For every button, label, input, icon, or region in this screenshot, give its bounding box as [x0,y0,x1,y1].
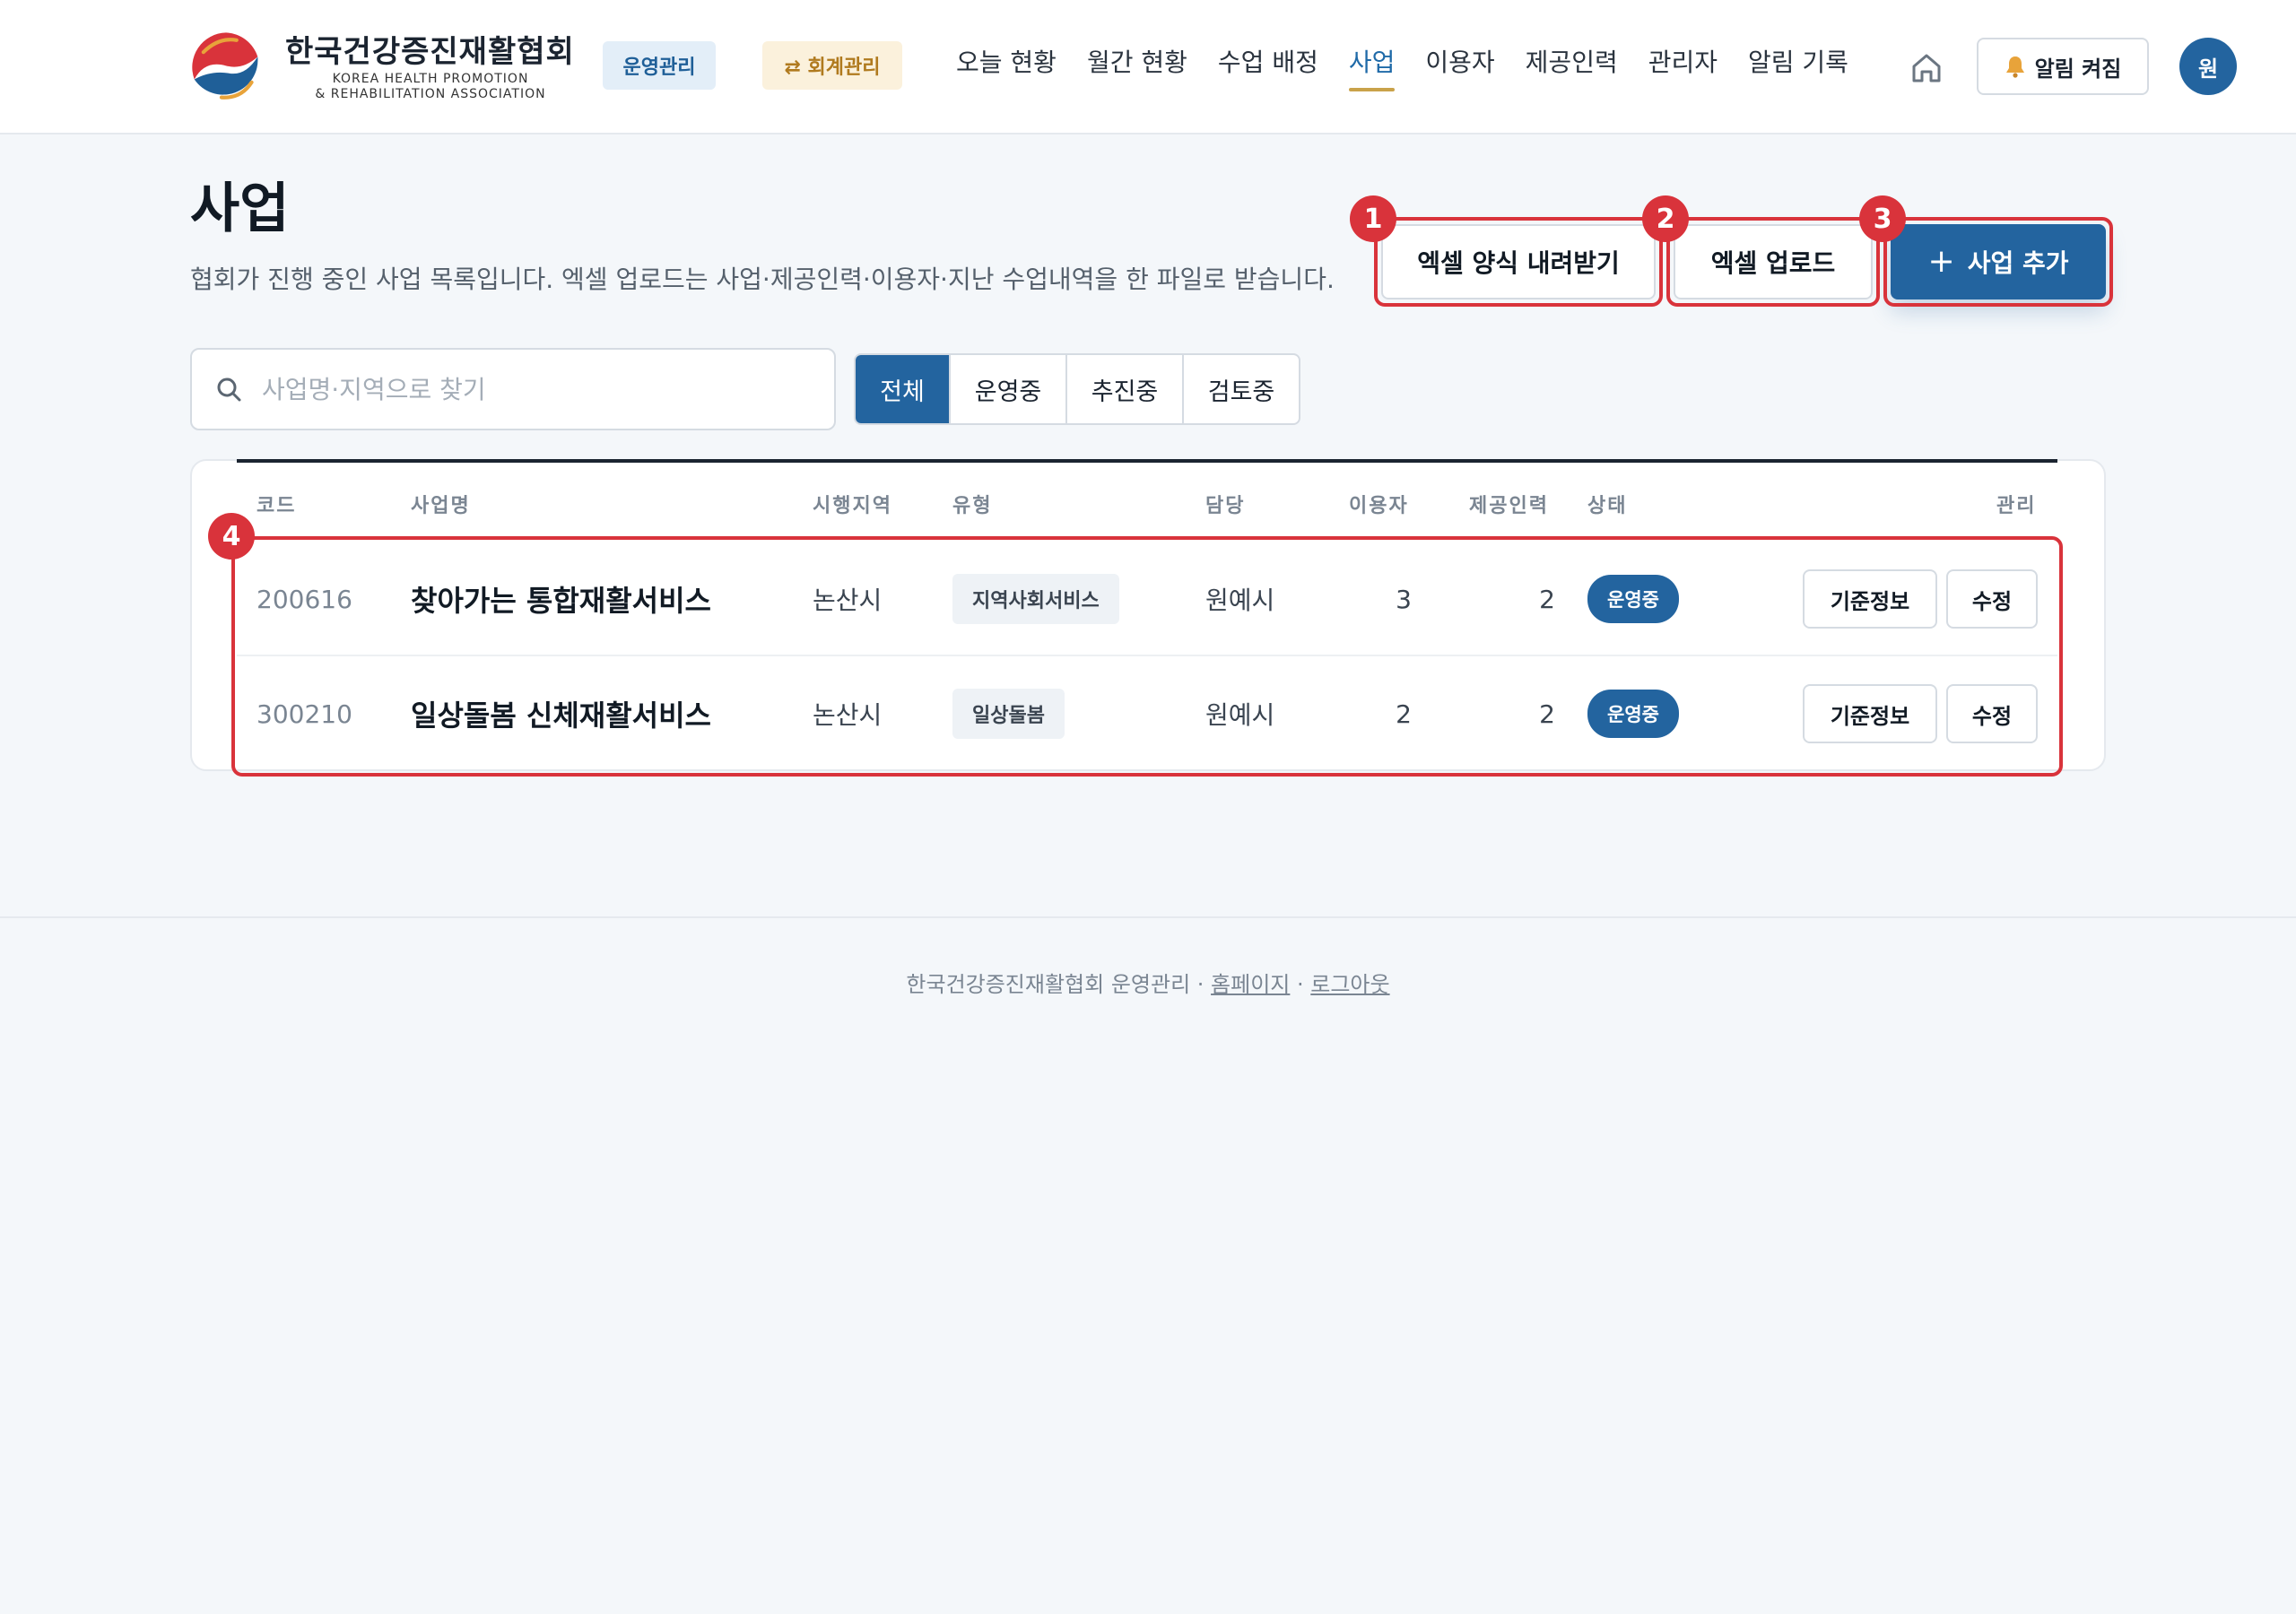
mode-accounting-button[interactable]: ⇄ 회계관리 [762,41,902,90]
table-top-rule [237,459,2057,463]
cell-actions: 기준정보 수정 [1803,656,2038,771]
footer-homepage-link[interactable]: 홈페이지 [1211,972,1290,997]
mode-ops-button[interactable]: 운영관리 [603,41,716,90]
col-header-staff: 제공인력 [1469,495,1549,517]
association-logo[interactable] [188,30,264,105]
cell-region: 논산시 [813,586,883,615]
add-project-label: 사업 추가 [1967,248,2069,278]
main-nav: 오늘 현황 월간 현황 수업 배정 사업 이용자 제공인력 관리자 알림 기록 [956,43,1848,91]
alert-toggle-button[interactable]: 알림 켜짐 [1977,38,2149,95]
cell-code: 200616 [257,584,352,614]
edit-button[interactable]: 수정 [1946,684,2038,743]
org-name-english-line2: & REHABILITATION ASSOCIATION [315,87,546,101]
footer-separator: · [1290,972,1311,997]
alert-toggle-label: 알림 켜짐 [2034,56,2122,82]
nav-users[interactable]: 이용자 [1425,43,1494,91]
filter-in-progress[interactable]: 추진중 [1065,355,1182,423]
cell-project-name[interactable]: 찾아가는 통합재활서비스 [411,542,711,656]
search-input[interactable] [262,374,800,404]
nav-staff[interactable]: 제공인력 [1526,43,1618,91]
org-name-korean: 한국건강증진재활협회 [285,34,575,70]
home-icon[interactable] [1905,47,1948,90]
cell-owner: 원예시 [1205,700,1275,730]
col-header-region: 시행지역 [813,495,892,517]
type-tag: 일상돌봄 [952,689,1065,739]
col-header-type: 유형 [952,495,993,517]
nav-alert-log[interactable]: 알림 기록 [1748,43,1848,91]
plus-icon: + [1927,243,1955,280]
page-title: 사업 [190,178,290,240]
cell-users-count: 2 [1396,699,1412,729]
nav-class-assign[interactable]: 수업 배정 [1218,43,1318,91]
search-icon [217,377,241,402]
col-header-name: 사업명 [411,495,471,517]
col-header-code: 코드 [257,495,297,517]
annotation-badge-2: 2 [1642,195,1689,242]
bell-icon [2005,56,2024,78]
cell-staff-count: 2 [1539,699,1555,729]
cell-staff-count: 2 [1539,584,1555,614]
nav-projects[interactable]: 사업 [1348,43,1395,91]
download-template-button[interactable]: 엑셀 양식 내려받기 [1381,224,1656,299]
nav-monthly[interactable]: 월간 현황 [1087,43,1187,91]
cell-status: 운영중 [1587,656,1679,771]
base-info-button[interactable]: 기준정보 [1803,569,1937,629]
org-name-english-line1: KOREA HEALTH PROMOTION [332,72,529,86]
org-name-english: KOREA HEALTH PROMOTION & REHABILITATION … [285,72,576,102]
status-filter-group: 전체 운영중 추진중 검토중 [854,353,1300,425]
footer: 한국건강증진재활협회 운영관리 · 홈페이지 · 로그아웃 [0,967,2296,998]
col-header-owner: 담당 [1205,495,1246,517]
footer-text: 한국건강증진재활협회 운영관리 · [906,972,1212,997]
col-header-actions: 관리 [1996,495,2037,517]
cell-region: 논산시 [813,700,883,730]
type-tag: 지역사회서비스 [952,574,1119,624]
cell-status: 운영중 [1587,542,1679,656]
cell-type: 일상돌봄 [952,656,1065,771]
col-header-status: 상태 [1587,495,1628,517]
page-description: 협회가 진행 중인 사업 목록입니다. 엑셀 업로드는 사업·제공인력·이용자·… [190,265,1335,294]
cell-project-name[interactable]: 일상돌봄 신체재활서비스 [411,656,711,771]
footer-divider [0,916,2296,918]
filter-all[interactable]: 전체 [856,355,949,423]
status-badge: 운영중 [1587,575,1679,623]
status-badge: 운영중 [1587,690,1679,738]
cell-type: 지역사회서비스 [952,542,1119,656]
excel-upload-button[interactable]: 엑셀 업로드 [1674,224,1873,299]
edit-button[interactable]: 수정 [1946,569,2038,629]
add-project-button[interactable]: + 사업 추가 [1891,224,2106,299]
base-info-button[interactable]: 기준정보 [1803,684,1937,743]
annotation-badge-3: 3 [1859,195,1906,242]
cell-users-count: 3 [1396,584,1412,614]
search-box [190,348,836,430]
nav-today[interactable]: 오늘 현황 [956,43,1057,91]
table-row[interactable]: 300210 일상돌봄 신체재활서비스 논산시 일상돌봄 원예시 2 2 운영중… [237,656,2057,771]
nav-admin[interactable]: 관리자 [1648,43,1718,91]
annotation-badge-1: 1 [1350,195,1396,242]
filter-operating[interactable]: 운영중 [949,355,1065,423]
col-header-users: 이용자 [1349,495,1409,517]
footer-logout-link[interactable]: 로그아웃 [1310,972,1389,997]
cell-owner: 원예시 [1205,586,1275,615]
cell-code: 300210 [257,699,352,729]
cell-actions: 기준정보 수정 [1803,542,2038,656]
user-avatar[interactable]: 원 [2179,38,2237,95]
filter-under-review[interactable]: 검토중 [1182,355,1299,423]
annotation-badge-4: 4 [208,513,255,560]
table-row[interactable]: 200616 찾아가는 통합재활서비스 논산시 지역사회서비스 원예시 3 2 … [237,542,2057,656]
top-header: 한국건강증진재활협회 KOREA HEALTH PROMOTION & REHA… [0,0,2296,134]
